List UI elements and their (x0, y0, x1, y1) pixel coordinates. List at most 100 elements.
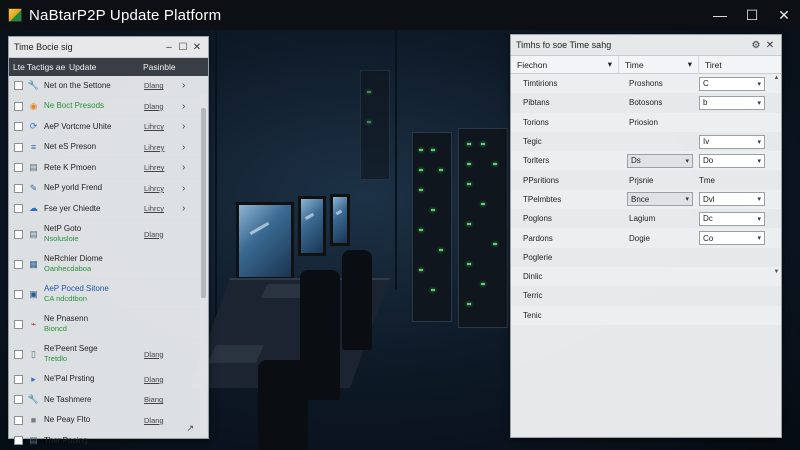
row-checkbox[interactable] (14, 142, 23, 152)
left-panel-controls: – ☐ ✕ (162, 37, 204, 58)
row-status-link[interactable]: Dlang (144, 350, 182, 359)
list-item[interactable]: 🔧 Ne Tashmere Biang (9, 390, 208, 411)
row-title: Net eS Preson (44, 142, 97, 152)
row-checkbox[interactable] (14, 395, 23, 405)
chevron-right-icon[interactable]: › (182, 121, 192, 132)
row-checkbox[interactable] (14, 163, 23, 173)
settings-row: TPelmbtes Bnce ▾ Dvl ▾ (511, 189, 781, 210)
left-panel-title: Time Bocie sig (14, 42, 73, 52)
resize-grip-icon[interactable]: ↗ (186, 423, 194, 434)
close-icon[interactable]: ✕ (768, 0, 800, 30)
maximize-icon[interactable]: ☐ (736, 0, 768, 30)
target-dropdown[interactable]: Iv ▾ (699, 134, 765, 149)
row-label: NeRchier Diome Oanhecdaboa (44, 254, 144, 274)
list-item[interactable]: ⌁ Ne Pnasenn Bioncd (9, 310, 208, 340)
list-item[interactable]: ▤ Ther Pooing (9, 431, 208, 450)
list-item[interactable]: ▯ Re'Peent Sege Tretdlo Dlang (9, 340, 208, 370)
list-item[interactable]: ⟳ AeP Vortcme Uhite Lihrcy › (9, 117, 208, 138)
tool-icon: ✎ (29, 182, 38, 193)
column-header-target[interactable]: Tiret (699, 56, 775, 74)
row-subtitle: CA ndcdtbon (44, 294, 87, 303)
row-checkbox[interactable] (14, 289, 23, 299)
row-checkbox[interactable] (14, 183, 23, 193)
target-dropdown[interactable]: b ▾ (699, 95, 765, 110)
row-checkbox[interactable] (14, 436, 23, 446)
row-status-link[interactable]: Lihrcy (144, 122, 182, 131)
row-checkbox[interactable] (14, 259, 23, 269)
scrollbar-thumb[interactable] (201, 108, 206, 298)
settings-row: Terric (511, 286, 781, 305)
right-scrollbar[interactable]: ▲ ▼ (773, 75, 780, 275)
scroll-up-icon[interactable]: ▲ (773, 75, 780, 81)
chevron-right-icon[interactable]: › (182, 142, 192, 153)
target-dropdown[interactable]: C ▾ (699, 76, 765, 91)
list-item[interactable]: ▤ Rete K Pmoen Lihrey › (9, 158, 208, 179)
row-title: NeP yorld Frend (44, 183, 103, 193)
column-header-time[interactable]: Time ▾ (619, 55, 699, 74)
row-status-link[interactable]: Dlang (144, 81, 182, 90)
chevron-right-icon[interactable]: › (182, 162, 192, 173)
list-item[interactable]: ▣ AeP Poced Sitone CA ndcdtbon (9, 280, 208, 310)
row-status-link[interactable]: Lihrey (144, 163, 182, 172)
list-item[interactable]: ▸ Ne'Pal Prsting Dlang (9, 370, 208, 390)
row-status-link[interactable]: Lihrey (144, 143, 182, 152)
function-label: Pibtans (523, 98, 550, 108)
scroll-down-icon[interactable]: ▼ (773, 269, 780, 275)
minimize-icon[interactable]: — (704, 0, 736, 30)
row-checkbox[interactable] (14, 122, 23, 132)
list-item[interactable]: 🔧 Net on the Settone Dlang › (9, 76, 208, 97)
list-item[interactable]: ▦ NeRchier Diome Oanhecdaboa (9, 250, 208, 280)
column-header[interactable]: Lte Tactigs ae (9, 62, 69, 72)
time-dropdown[interactable]: Ds ▾ (627, 153, 693, 168)
row-subtitle: Nsolusloie (44, 234, 79, 243)
chevron-right-icon[interactable]: › (182, 80, 192, 91)
column-header[interactable]: Update (69, 62, 143, 72)
left-column-header: Lte Tactigs ae Update Pasinble (9, 58, 208, 76)
list-item[interactable]: ■ Ne Peay Flto Dlang (9, 411, 208, 431)
target-dropdown[interactable]: Co ▾ (699, 231, 765, 246)
list-item[interactable]: ◉ Ne Boct Presods Dlang › (9, 97, 208, 117)
list-item[interactable]: ✎ NeP yorld Frend Lihrcy › (9, 179, 208, 199)
row-checkbox[interactable] (14, 229, 23, 239)
row-status-link[interactable]: Dlang (144, 102, 182, 111)
list-item[interactable]: ≡ Net eS Preson Lihrey › (9, 138, 208, 158)
close-icon[interactable]: ✕ (190, 42, 204, 53)
chevron-right-icon[interactable]: › (182, 183, 192, 194)
row-checkbox[interactable] (14, 81, 23, 91)
row-status-link[interactable]: Dlang (144, 375, 182, 384)
row-status-link[interactable]: Dlang (144, 416, 182, 425)
row-status-link[interactable]: Dlang (144, 230, 182, 239)
chevron-down-icon: ▾ (685, 157, 689, 165)
settings-grid: Timtirions Proshons C ▾ Pibtans Botosons b ▾ Tor… (511, 74, 781, 325)
target-dropdown-value: Do (703, 156, 714, 166)
row-checkbox[interactable] (14, 415, 23, 425)
column-header-function[interactable]: Fiechon ▾ (511, 55, 619, 74)
chevron-right-icon[interactable]: › (182, 203, 192, 214)
column-header[interactable]: Pasinble (143, 62, 193, 72)
row-checkbox[interactable] (14, 101, 23, 111)
settings-row: Pardons Dogie Co ▾ (511, 228, 781, 248)
row-checkbox[interactable] (14, 349, 23, 359)
function-label: Tegic (523, 137, 542, 147)
row-status-link[interactable]: Lihrcy (144, 204, 182, 213)
settings-icon[interactable]: ⚙ (749, 40, 763, 51)
row-checkbox[interactable] (14, 374, 23, 384)
row-checkbox[interactable] (14, 204, 23, 214)
maximize-icon[interactable]: ☐ (176, 42, 190, 53)
row-label: Ne Tashmere (44, 395, 144, 405)
target-dropdown[interactable]: Dvl ▾ (699, 192, 765, 207)
time-dropdown[interactable]: Bnce ▾ (627, 192, 693, 207)
chevron-right-icon[interactable]: › (182, 101, 192, 112)
left-scrollbar[interactable] (200, 94, 207, 434)
row-status-link[interactable]: Lihrcy (144, 184, 182, 193)
minimize-icon[interactable]: – (162, 42, 176, 53)
list-item[interactable]: ☁ Fse yer Chiedte Lihrcy › (9, 199, 208, 220)
row-title: Ne Boct Presods (44, 101, 105, 111)
row-checkbox[interactable] (14, 319, 23, 329)
settings-row: PPsritions Prjsnie Tme (511, 170, 781, 189)
target-dropdown[interactable]: Do ▾ (699, 153, 765, 168)
close-icon[interactable]: ✕ (763, 40, 777, 51)
target-dropdown[interactable]: Dc ▾ (699, 211, 765, 226)
row-status-link[interactable]: Biang (144, 395, 182, 404)
list-item[interactable]: ▤ NetP Goto Nsolusloie Dlang (9, 220, 208, 250)
